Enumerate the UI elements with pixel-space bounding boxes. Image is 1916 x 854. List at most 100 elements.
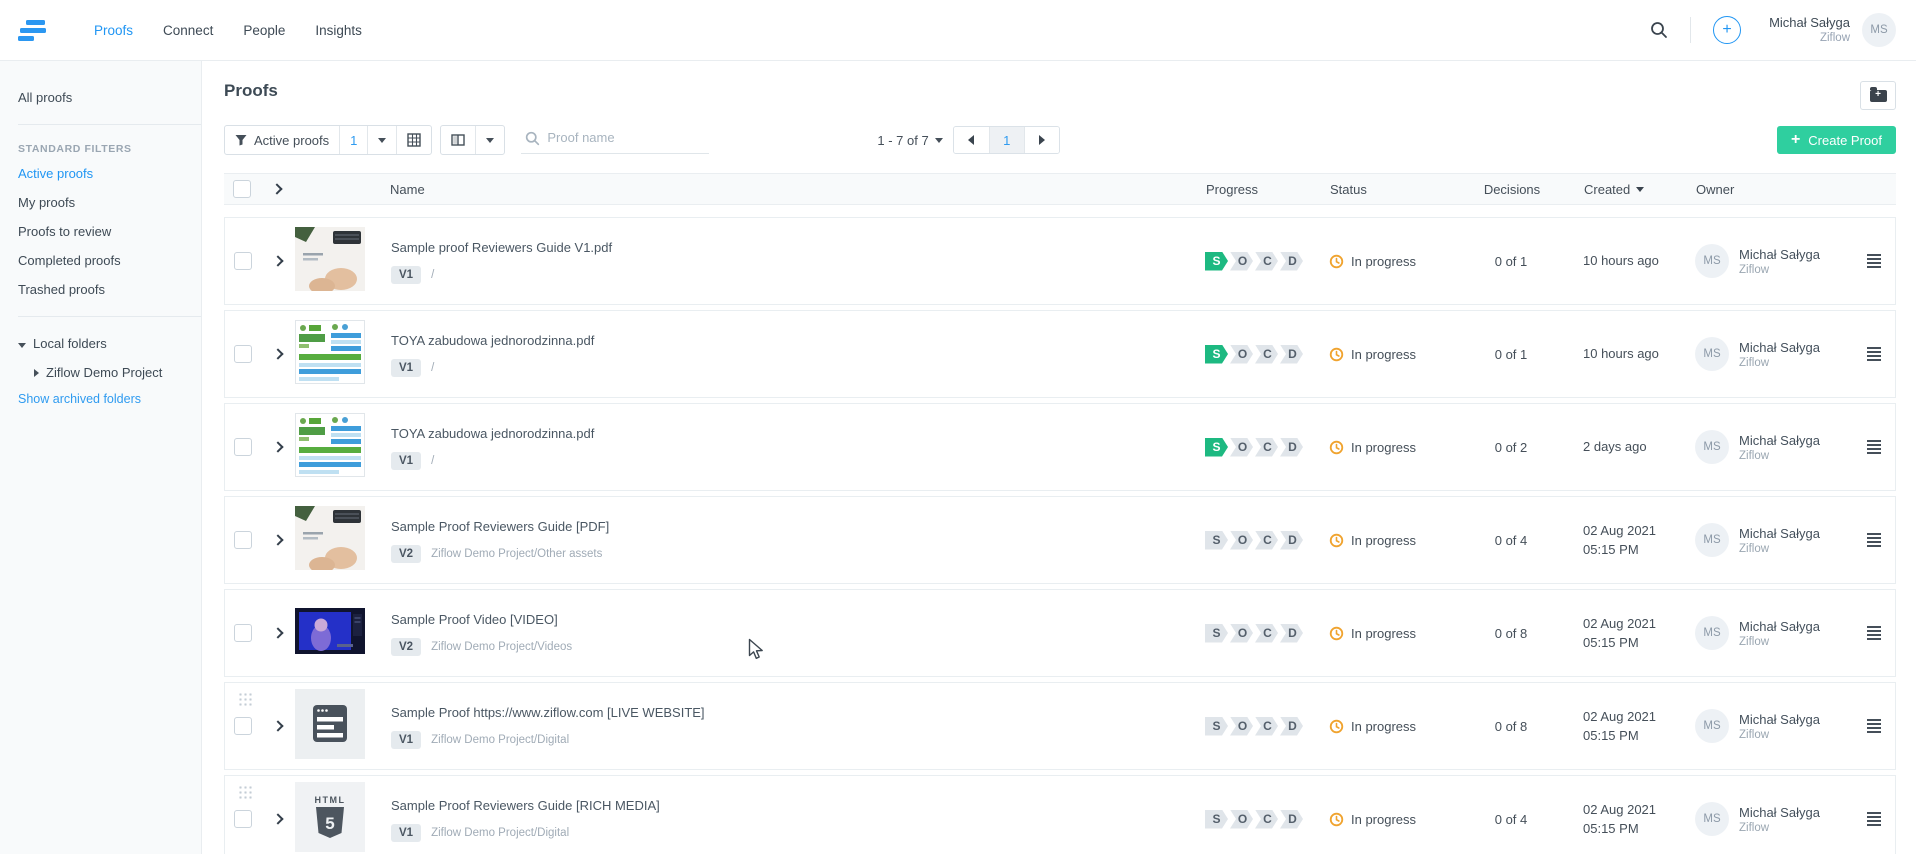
decisions-count: 0 of 8 (1495, 626, 1528, 641)
column-header-created[interactable]: Created (1584, 182, 1630, 197)
create-proof-button[interactable]: + Create Proof (1777, 126, 1896, 154)
quick-add-button[interactable]: + (1713, 16, 1741, 44)
progress-step-c: C (1255, 438, 1278, 457)
row-menu-icon[interactable] (1867, 626, 1881, 640)
column-header-progress[interactable]: Progress (1206, 182, 1258, 197)
proof-name-link[interactable]: Sample Proof Video [VIDEO] (391, 612, 558, 627)
nav-proofs[interactable]: Proofs (94, 23, 133, 38)
show-archived-folders-link[interactable]: Show archived folders (0, 387, 201, 411)
owner-avatar: MS (1695, 802, 1729, 836)
proof-thumbnail[interactable]: HTML 5 (295, 319, 365, 389)
column-header-status[interactable]: Status (1330, 182, 1367, 197)
column-header-owner[interactable]: Owner (1696, 182, 1734, 197)
columns-icon (451, 134, 465, 146)
filter-count[interactable]: 1 (339, 126, 367, 154)
pagination-range-dropdown[interactable]: 1 - 7 of 7 (877, 133, 942, 148)
row-menu-icon[interactable] (1867, 533, 1881, 547)
new-folder-button[interactable] (1860, 81, 1896, 110)
expand-row-chevron-icon[interactable] (272, 441, 283, 452)
proof-name-link[interactable]: Sample Proof Reviewers Guide [PDF] (391, 519, 609, 534)
sidebar-item-my-proofs[interactable]: My proofs (0, 188, 201, 217)
proof-thumbnail[interactable]: HTML 5 (295, 226, 365, 296)
proof-name-link[interactable]: Sample proof Reviewers Guide V1.pdf (391, 240, 612, 255)
expand-row-chevron-icon[interactable] (272, 255, 283, 266)
expand-row-chevron-icon[interactable] (272, 534, 283, 545)
column-header-decisions[interactable]: Decisions (1484, 182, 1540, 197)
user-menu[interactable]: Michał Sałyga Ziflow MS (1769, 13, 1896, 47)
row-menu-icon[interactable] (1867, 440, 1881, 454)
proof-name-link[interactable]: Sample Proof https://www.ziflow.com [LIV… (391, 705, 705, 720)
filter-caret-button[interactable] (367, 126, 396, 154)
sidebar-item-all-proofs[interactable]: All proofs (0, 83, 201, 112)
expand-all-chevron-icon[interactable] (271, 183, 282, 194)
ziflow-logo-icon[interactable] (18, 20, 46, 41)
proof-name-link[interactable]: TOYA zabudowa jednorodzinna.pdf (391, 426, 594, 441)
search-icon[interactable] (1650, 21, 1668, 39)
proof-name-search-input[interactable] (521, 126, 709, 154)
owner-avatar: MS (1695, 616, 1729, 650)
table-row[interactable]: HTML 5 Sample Proof Reviewers Guide [PDF… (224, 496, 1896, 584)
columns-caret-button[interactable] (475, 126, 504, 154)
row-menu-icon[interactable] (1867, 347, 1881, 361)
table-row[interactable]: HTML 5 TOYA zabudowa jednorodzinna.pdf V… (224, 403, 1896, 491)
proof-thumbnail[interactable]: HTML 5 (295, 691, 365, 761)
row-menu-icon[interactable] (1867, 719, 1881, 733)
proof-thumbnail[interactable]: HTML 5 (295, 505, 365, 575)
owner-org: Ziflow (1739, 822, 1820, 834)
proof-thumbnail[interactable]: HTML 5 (295, 598, 365, 668)
row-checkbox[interactable] (234, 531, 252, 549)
row-checkbox[interactable] (234, 345, 252, 363)
row-checkbox[interactable] (234, 624, 252, 642)
table-row[interactable]: HTML 5 Sample proof Reviewers Guide V1.p… (224, 217, 1896, 305)
row-checkbox[interactable] (234, 252, 252, 270)
document-tables-thumbnail (295, 320, 365, 389)
grid-view-icon (407, 133, 421, 147)
next-page-button[interactable] (1024, 127, 1059, 153)
row-checkbox[interactable] (234, 810, 252, 828)
expand-row-chevron-icon[interactable] (272, 720, 283, 731)
progress-steps: SOCD (1205, 531, 1305, 550)
owner-org: Ziflow (1739, 264, 1820, 276)
page-number-button[interactable]: 1 (989, 127, 1024, 153)
user-avatar[interactable]: MS (1862, 13, 1896, 47)
previous-page-button[interactable] (954, 127, 989, 153)
sidebar-local-folders-toggle[interactable]: Local folders (0, 329, 201, 358)
table-row[interactable]: HTML 5 Sample Proof https://www.ziflow.c… (224, 682, 1896, 770)
nav-connect[interactable]: Connect (163, 23, 213, 38)
version-badge: V2 (391, 545, 421, 563)
row-menu-icon[interactable] (1867, 812, 1881, 826)
table-row[interactable]: HTML 5 Sample Proof Reviewers Guide [RIC… (224, 775, 1896, 854)
main-content: Proofs Active proofs 1 (202, 61, 1916, 854)
row-checkbox[interactable] (234, 717, 252, 735)
owner-name: Michał Sałyga (1739, 526, 1820, 541)
proof-thumbnail[interactable]: HTML 5 (295, 784, 365, 854)
sidebar-item-active-proofs[interactable]: Active proofs (0, 159, 201, 188)
table-row[interactable]: HTML 5 TOYA zabudowa jednorodzinna.pdf V… (224, 310, 1896, 398)
progress-step-s: S (1205, 252, 1228, 271)
status-text: In progress (1351, 440, 1416, 455)
column-header-name[interactable]: Name (390, 182, 425, 197)
columns-button[interactable] (441, 126, 475, 154)
sidebar-item-trashed-proofs[interactable]: Trashed proofs (0, 275, 201, 304)
nav-people[interactable]: People (243, 23, 285, 38)
select-all-checkbox[interactable] (233, 180, 251, 198)
view-grid-button[interactable] (396, 126, 431, 154)
sidebar-item-proofs-to-review[interactable]: Proofs to review (0, 217, 201, 246)
nav-insights[interactable]: Insights (315, 23, 362, 38)
sidebar-folder-ziflow-demo-project[interactable]: Ziflow Demo Project (0, 358, 201, 387)
progress-step-s: S (1205, 438, 1228, 457)
table-row[interactable]: HTML 5 Sample Proof Video [VIDEO] V2 Zif… (224, 589, 1896, 677)
expand-row-chevron-icon[interactable] (272, 627, 283, 638)
row-menu-icon[interactable] (1867, 254, 1881, 268)
expand-row-chevron-icon[interactable] (272, 813, 283, 824)
drag-handle[interactable] (238, 785, 253, 799)
sidebar-item-completed-proofs[interactable]: Completed proofs (0, 246, 201, 275)
proof-thumbnail[interactable]: HTML 5 (295, 412, 365, 482)
expand-row-chevron-icon[interactable] (272, 348, 283, 359)
drag-handle[interactable] (238, 692, 253, 706)
proof-folder-path: Ziflow Demo Project/Videos (431, 641, 572, 653)
proof-name-link[interactable]: Sample Proof Reviewers Guide [RICH MEDIA… (391, 798, 660, 813)
row-checkbox[interactable] (234, 438, 252, 456)
proof-name-link[interactable]: TOYA zabudowa jednorodzinna.pdf (391, 333, 594, 348)
filter-dropdown-button[interactable]: Active proofs (225, 126, 339, 154)
